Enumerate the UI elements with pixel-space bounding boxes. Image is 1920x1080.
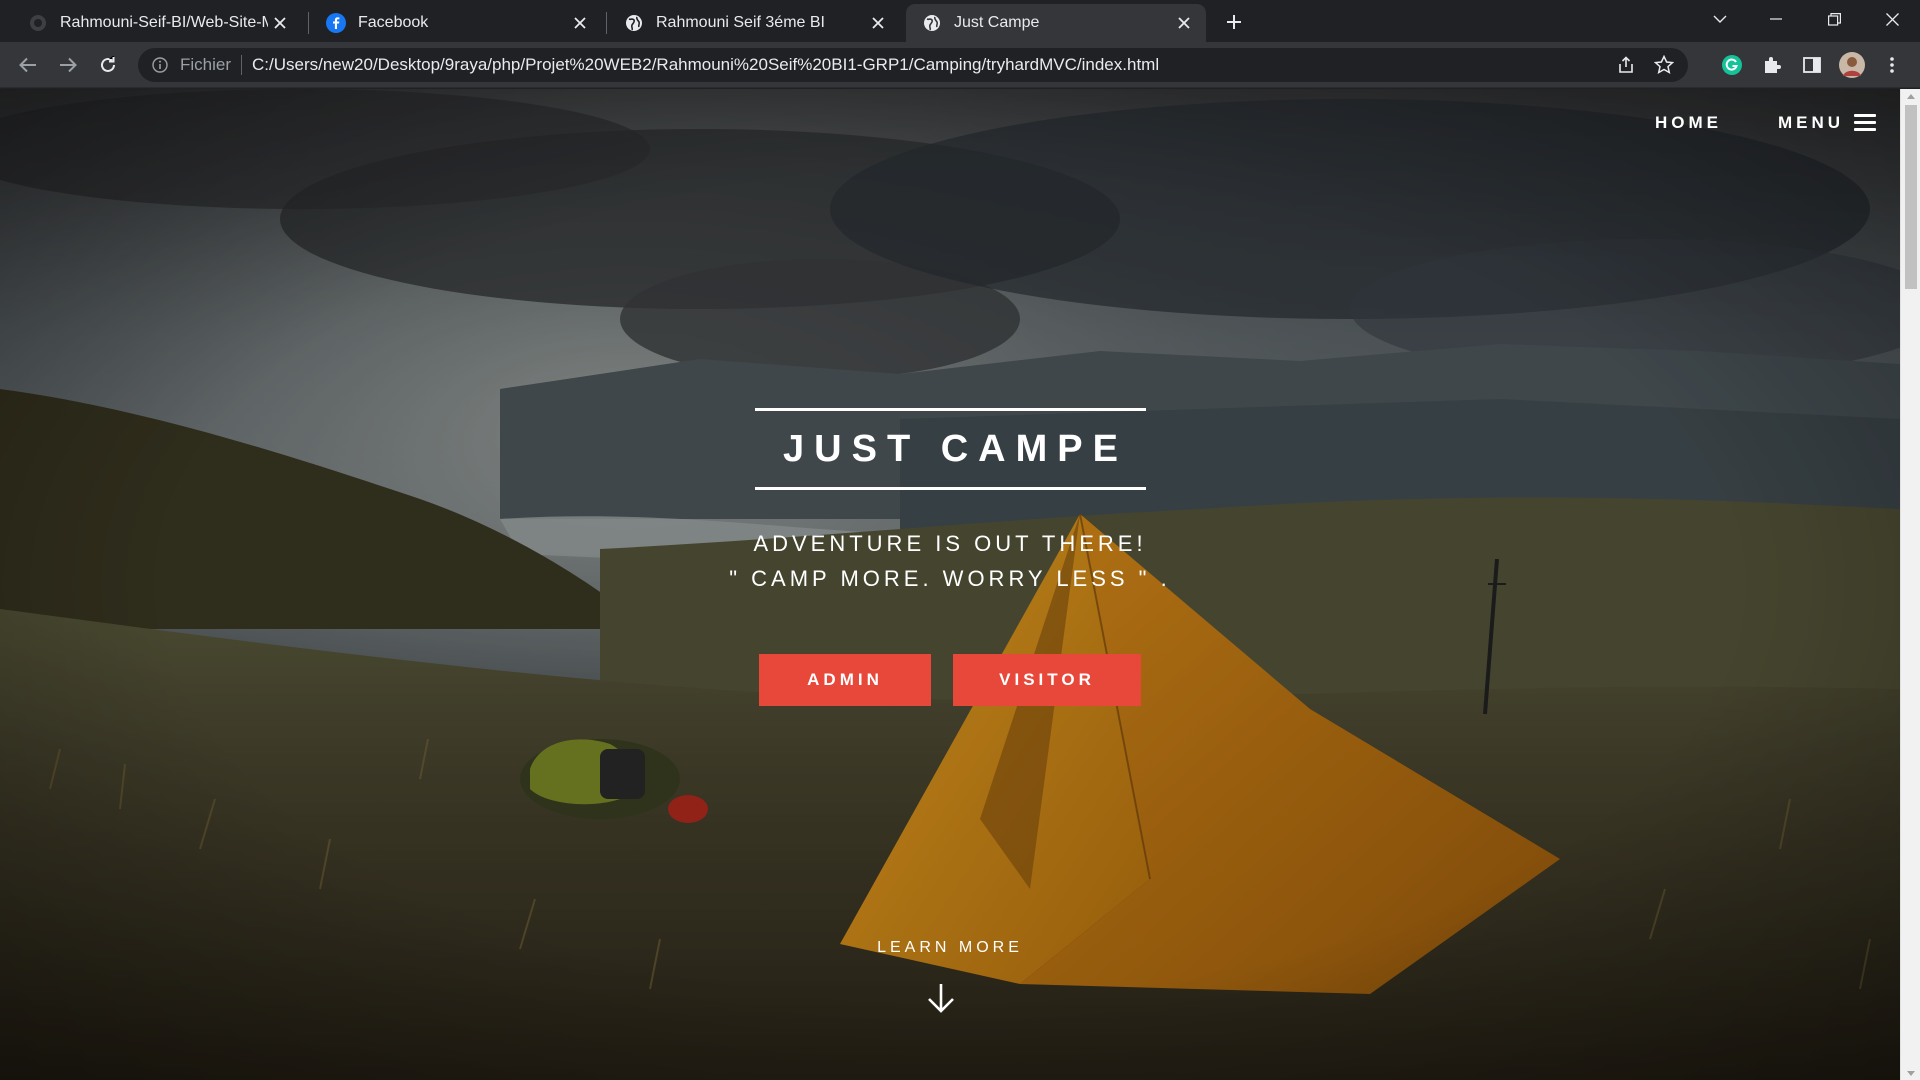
close-window-button[interactable] xyxy=(1864,0,1920,38)
page-viewport: HOME MENU JUST CAMPE ADVENTURE IS OUT TH… xyxy=(0,89,1900,1080)
tab-title: Rahmouni-Seif-BI/Web-Site-MVC xyxy=(60,14,268,31)
visitor-button[interactable]: VISITOR xyxy=(953,654,1141,706)
scroll-up-arrow-icon[interactable] xyxy=(1901,89,1920,103)
forward-button[interactable] xyxy=(52,49,84,81)
address-url[interactable]: C:/Users/new20/Desktop/9raya/php/Projet%… xyxy=(252,55,1612,75)
tab-github[interactable]: Rahmouni-Seif-BI/Web-Site-MVC xyxy=(12,4,302,42)
hero-section: HOME MENU JUST CAMPE ADVENTURE IS OUT TH… xyxy=(0,89,1900,1080)
reload-button[interactable] xyxy=(92,49,124,81)
page-scrollbar[interactable] xyxy=(1900,89,1920,1080)
tab-just-campe[interactable]: Just Campe xyxy=(906,4,1206,42)
extensions-button[interactable] xyxy=(1756,49,1788,81)
hero-content: JUST CAMPE ADVENTURE IS OUT THERE! " CAM… xyxy=(0,89,1900,1080)
admin-button[interactable]: ADMIN xyxy=(759,654,931,706)
tab-title: Rahmouni Seif 3éme BI xyxy=(656,14,825,31)
hero-tagline-line1: ADVENTURE IS OUT THERE! xyxy=(753,531,1147,556)
tab-rahmouni[interactable]: Rahmouni Seif 3éme BI xyxy=(608,4,900,42)
close-icon xyxy=(1885,12,1899,26)
tab-title: Facebook xyxy=(358,14,429,31)
tab-facebook[interactable]: Facebook xyxy=(310,4,602,42)
browser-toolbar: Fichier C:/Users/new20/Desktop/9raya/php… xyxy=(0,42,1920,88)
avatar xyxy=(1839,52,1865,78)
arrow-left-icon xyxy=(19,57,36,73)
arrow-down-icon[interactable] xyxy=(926,982,956,1014)
share-icon[interactable] xyxy=(1612,51,1640,79)
close-tab-icon[interactable] xyxy=(268,11,292,35)
browser-tab-strip: Rahmouni-Seif-BI/Web-Site-MVC Facebook R… xyxy=(0,0,1920,42)
plus-icon xyxy=(1227,15,1241,29)
address-divider xyxy=(241,55,243,75)
restore-button[interactable] xyxy=(1806,0,1862,38)
hero-title-box: JUST CAMPE xyxy=(755,408,1146,490)
puzzle-icon xyxy=(1765,57,1781,73)
profile-button[interactable] xyxy=(1836,49,1868,81)
close-tab-icon[interactable] xyxy=(1172,11,1196,35)
grammarly-icon xyxy=(1722,55,1742,75)
reload-icon xyxy=(101,56,115,72)
side-panel-button[interactable] xyxy=(1796,49,1828,81)
learn-more-link[interactable]: LEARN MORE xyxy=(800,939,1100,957)
bookmark-star-icon[interactable] xyxy=(1650,51,1678,79)
tab-separator xyxy=(606,12,607,34)
address-scheme-label: Fichier xyxy=(180,55,232,74)
side-panel-icon xyxy=(1803,57,1821,73)
minimize-icon xyxy=(1770,18,1782,20)
close-tab-icon[interactable] xyxy=(866,11,890,35)
kebab-menu-icon xyxy=(1890,57,1894,73)
address-bar[interactable]: Fichier C:/Users/new20/Desktop/9raya/php… xyxy=(138,48,1688,82)
restore-icon xyxy=(1827,12,1841,26)
arrow-right-icon xyxy=(60,57,77,73)
globe-icon xyxy=(624,13,644,33)
close-tab-icon[interactable] xyxy=(568,11,592,35)
globe-icon xyxy=(922,13,942,33)
grammarly-extension-button[interactable] xyxy=(1716,49,1748,81)
tab-title: Just Campe xyxy=(954,14,1040,31)
github-icon xyxy=(28,13,48,33)
tab-separator xyxy=(308,12,309,34)
hero-tagline-line2: " CAMP MORE. WORRY LESS " . xyxy=(729,566,1171,591)
minimize-button[interactable] xyxy=(1748,0,1804,38)
chevron-down-icon xyxy=(1713,15,1727,23)
new-tab-button[interactable] xyxy=(1220,8,1248,36)
browser-menu-button[interactable] xyxy=(1876,49,1908,81)
scroll-down-arrow-icon[interactable] xyxy=(1901,1066,1920,1080)
facebook-icon xyxy=(326,13,346,33)
tab-search-button[interactable] xyxy=(1692,0,1748,38)
back-button[interactable] xyxy=(12,49,44,81)
hero-title: JUST CAMPE xyxy=(783,427,1128,470)
info-icon[interactable] xyxy=(150,55,170,75)
scrollbar-thumb[interactable] xyxy=(1905,105,1917,289)
